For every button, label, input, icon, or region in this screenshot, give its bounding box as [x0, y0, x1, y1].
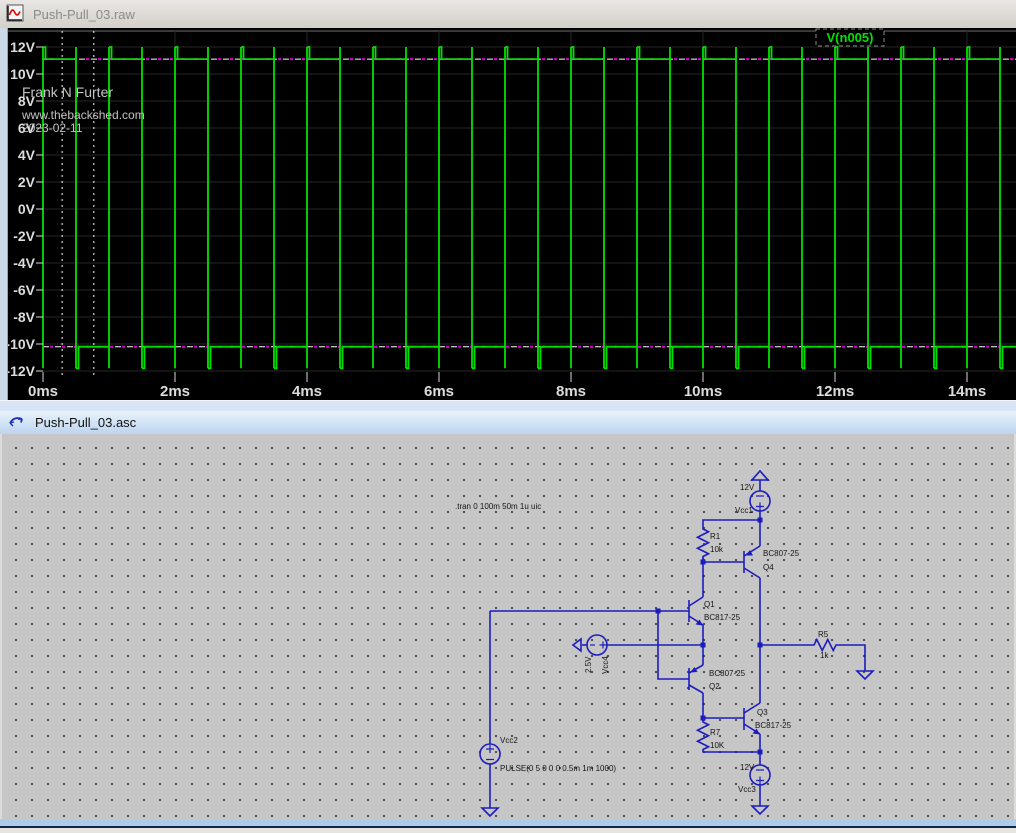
window-bottom-frame	[0, 819, 1016, 826]
svg-text:8ms: 8ms	[556, 383, 586, 400]
annotation-date: 2023-02-11	[22, 121, 83, 135]
voltage-source-vcc2[interactable]: Vcc2 PULSE(0 5 0 0 0 0.5m 1m 1000)	[480, 736, 616, 773]
svg-text:4ms: 4ms	[292, 383, 322, 400]
voltage-source-vcc1[interactable]: 12V Vcc1	[735, 483, 770, 515]
resistor-r7[interactable]: R7 10K	[698, 719, 725, 753]
q2-value: BC807-25	[709, 669, 746, 678]
plot-annotations: Frank N Furter www.thebackshed.com 2023-…	[21, 84, 145, 135]
svg-text:14ms: 14ms	[948, 383, 986, 400]
vcc2-ref: Vcc2	[500, 736, 518, 745]
ground-load[interactable]	[857, 671, 873, 679]
svg-text:-10V: -10V	[5, 336, 35, 352]
svg-text:10V: 10V	[10, 66, 36, 82]
voltage-source-vcc4[interactable]: 2.5V Vcc4	[584, 635, 610, 674]
schematic-window-titlebar[interactable]: Push-Pull_03.asc	[0, 411, 1016, 435]
svg-text:-12V: -12V	[5, 363, 35, 379]
spice-directive[interactable]: .tran 0 100m 50m 1u uic	[455, 502, 541, 511]
svg-text:-8V: -8V	[13, 309, 35, 325]
schematic-file-icon	[7, 414, 27, 432]
r1-ref: R1	[710, 532, 721, 541]
annotation-website: www.thebackshed.com	[21, 108, 145, 122]
svg-text:4V: 4V	[18, 147, 36, 163]
q2-ref: Q2	[709, 682, 720, 691]
q3-value: BC817-25	[755, 721, 792, 730]
transistor-q2-pnp[interactable]: BC807-25 Q2	[689, 665, 746, 693]
trace-vn005[interactable]	[43, 47, 1016, 368]
plot-cursor-lines[interactable]	[43, 31, 1016, 378]
resistor-r5[interactable]: R5 1k	[811, 630, 839, 660]
svg-text:12V: 12V	[10, 39, 36, 55]
q1-ref: Q1	[704, 600, 715, 609]
vcc3-ref: Vcc3	[738, 785, 756, 794]
junction-dots	[656, 518, 763, 755]
svg-text:0ms: 0ms	[28, 383, 58, 400]
svg-text:0V: 0V	[18, 201, 36, 217]
waveform-pane-left-frame	[0, 28, 8, 400]
svg-text:2V: 2V	[18, 174, 36, 190]
r1-value: 10k	[710, 545, 724, 554]
wires[interactable]	[490, 480, 865, 808]
vcc1-ref: Vcc1	[735, 506, 753, 515]
svg-text:-4V: -4V	[13, 255, 35, 271]
transistor-q3-npn[interactable]: Q3 BC817-25	[744, 703, 792, 735]
svg-text:10ms: 10ms	[684, 383, 722, 400]
schematic-window-title: Push-Pull_03.asc	[35, 415, 136, 430]
svg-text:-2V: -2V	[13, 228, 35, 244]
vcc4-value: 2.5V	[584, 656, 593, 673]
q1-value: BC817-25	[704, 613, 741, 622]
vcc4-ref: Vcc4	[601, 656, 610, 674]
r7-ref: R7	[710, 728, 721, 737]
vcc1-value: 12V	[740, 483, 755, 492]
annotation-author: Frank N Furter	[22, 84, 113, 100]
r5-value: 1k	[820, 651, 829, 660]
schematic-drawing[interactable]: .tran 0 100m 50m 1u uic	[0, 434, 1016, 819]
transistor-q1-npn[interactable]: Q1 BC817-25	[689, 597, 741, 626]
resistor-r1[interactable]: R1 10k	[698, 526, 724, 560]
legend-label[interactable]: V(n005)	[827, 30, 874, 45]
transistor-q4-pnp[interactable]: BC807-25 Q4	[744, 546, 800, 578]
ground-vcc2[interactable]	[482, 808, 498, 816]
r7-value: 10K	[710, 741, 725, 750]
ground-vcc3[interactable]	[752, 806, 768, 814]
q4-ref: Q4	[763, 563, 774, 572]
waveform-plot[interactable]: 12V10V8V6V4V2V0V-2V-4V-6V-8V-10V-12V0ms2…	[0, 28, 1016, 400]
vcc3-value: 12V	[740, 763, 755, 772]
q4-value: BC807-25	[763, 549, 800, 558]
svg-text:-6V: -6V	[13, 282, 35, 298]
trace-legend[interactable]: V(n005)	[816, 29, 884, 46]
waveform-file-icon	[5, 4, 25, 24]
r5-ref: R5	[818, 630, 829, 639]
vcc2-value: PULSE(0 5 0 0 0 0.5m 1m 1000)	[500, 764, 616, 773]
waveform-window-titlebar[interactable]: Push-Pull_03.raw	[0, 0, 1016, 29]
plot-grid	[43, 31, 1016, 378]
svg-text:12ms: 12ms	[816, 383, 854, 400]
voltage-source-vcc3[interactable]: 12V Vcc3	[738, 763, 770, 794]
waveform-window-title: Push-Pull_03.raw	[33, 7, 135, 22]
q3-ref: Q3	[757, 708, 768, 717]
statusbar-strip	[0, 828, 1016, 833]
ground-flipped-vcc1[interactable]	[752, 471, 768, 480]
waveform-plot-pane[interactable]: 12V10V8V6V4V2V0V-2V-4V-6V-8V-10V-12V0ms2…	[0, 28, 1016, 400]
ground-vcc4[interactable]	[573, 639, 581, 651]
svg-text:6ms: 6ms	[424, 383, 454, 400]
svg-text:2ms: 2ms	[160, 383, 190, 400]
